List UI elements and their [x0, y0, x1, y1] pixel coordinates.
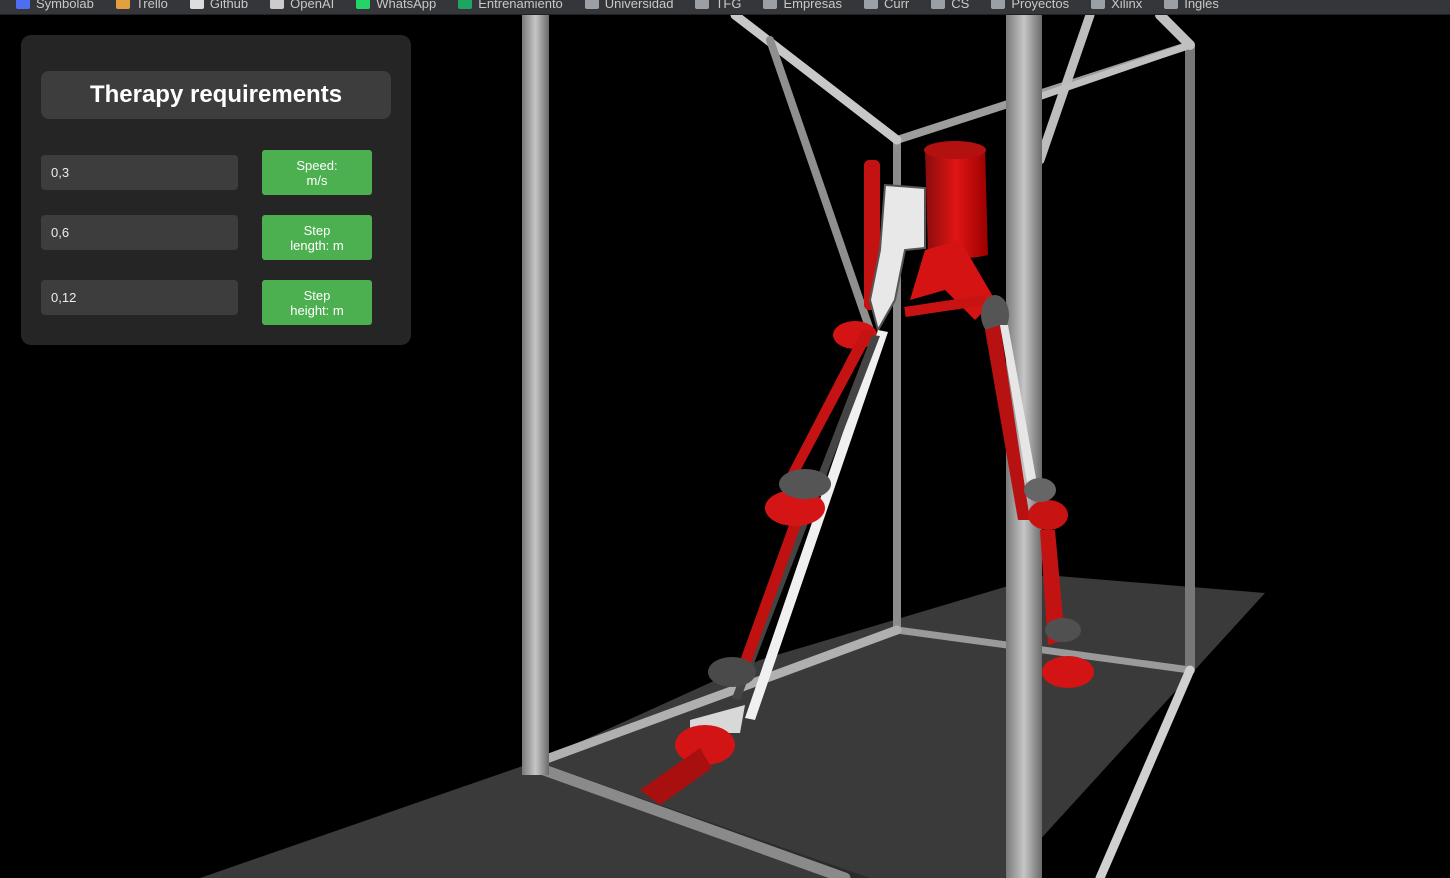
step-length-input[interactable] [41, 215, 238, 250]
bookmark-label: WhatsApp [376, 0, 437, 11]
bookmark-whatsapp[interactable]: WhatsApp [356, 0, 436, 12]
speed-button[interactable]: Speed: m/s [262, 150, 372, 195]
bookmark-label: Xilinx [1111, 0, 1143, 11]
whatsapp-icon [356, 0, 371, 9]
bookmark-label: CS [951, 0, 970, 11]
folder-icon [991, 0, 1006, 9]
bookmark-symbolab[interactable]: Symbolab [16, 0, 94, 12]
bookmark-universidad[interactable]: Universidad [584, 0, 674, 12]
symbolab-icon [16, 0, 30, 9]
folder-icon [584, 0, 599, 9]
bookmark-proyectos[interactable]: Proyectos [991, 0, 1069, 12]
folder-icon [1091, 0, 1106, 9]
bookmark-label: Trello [135, 0, 168, 11]
therapy-requirements-panel: Therapy requirements Speed: m/s Step len… [21, 35, 411, 345]
bookmark-trello[interactable]: Trello [115, 0, 168, 12]
bookmark-tfg[interactable]: TFG [695, 0, 741, 12]
bookmark-label: Symbolab [36, 0, 94, 11]
bookmark-ingl-s[interactable]: Inglés [1164, 0, 1219, 12]
bookmark-label: Proyectos [1011, 0, 1070, 11]
step-height-button[interactable]: Step height: m [262, 280, 372, 325]
bookmark-cs[interactable]: CS [931, 0, 969, 12]
bookmark-xilinx[interactable]: Xilinx [1091, 0, 1142, 12]
bookmark-openai[interactable]: OpenAI [270, 0, 334, 12]
speed-input[interactable] [41, 155, 238, 190]
step-height-input[interactable] [41, 280, 238, 315]
sheets-icon [458, 0, 473, 9]
bookmark-github[interactable]: Github [189, 0, 249, 12]
bookmark-entrenamiento[interactable]: Entrenamiento [458, 0, 563, 12]
bookmark-curr[interactable]: Curr [863, 0, 910, 12]
bookmark-label: Inglés [1184, 0, 1219, 11]
bookmark-label: Curr [883, 0, 910, 11]
bookmarks-bar: Symbolab Trello Github OpenAI WhatsApp Entren… [0, 0, 1450, 15]
bookmark-label: Github [209, 0, 249, 11]
folder-icon [931, 0, 946, 9]
bookmark-label: Universidad [604, 0, 674, 11]
panel-title: Therapy requirements [41, 71, 391, 119]
bookmark-label: OpenAI [290, 0, 335, 11]
bookmark-empresas[interactable]: Empresas [763, 0, 842, 12]
github-icon [189, 0, 204, 9]
bookmark-label: Empresas [783, 0, 842, 11]
bookmark-label: Entrenamiento [478, 0, 563, 11]
folder-icon [863, 0, 878, 9]
step-length-button[interactable]: Step length: m [262, 215, 372, 260]
folder-icon [763, 0, 778, 9]
trello-icon [115, 0, 130, 9]
bookmark-label: TFG [715, 0, 742, 11]
folder-icon [695, 0, 710, 9]
folder-icon [1164, 0, 1179, 9]
openai-icon [270, 0, 285, 9]
